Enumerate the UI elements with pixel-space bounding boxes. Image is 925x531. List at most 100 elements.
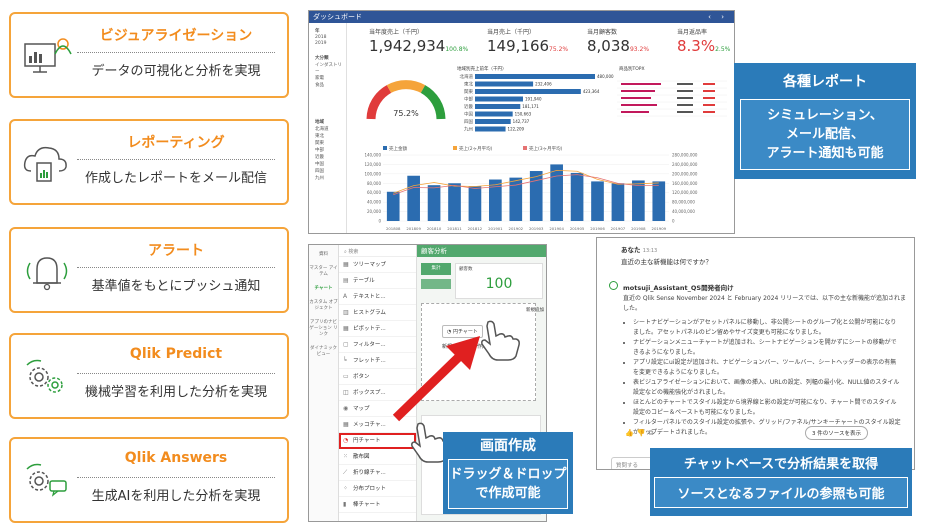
- chart-item[interactable]: ⟋ 折り線チャ...: [339, 465, 416, 481]
- chart-type-icon: ▦: [343, 261, 349, 268]
- filter-item[interactable]: 2019: [309, 40, 346, 46]
- chart-item[interactable]: ⁙ 散布図: [339, 449, 416, 465]
- y-right-tick-label: 280,000,000: [672, 153, 698, 158]
- summary-tile-2[interactable]: [421, 279, 451, 289]
- x-tick-label: 201808: [386, 226, 401, 231]
- chart-item-label: テーブル: [353, 278, 375, 284]
- chart-type-icon: ◉: [343, 405, 349, 412]
- feature-card-qlik-predict: Qlik Predict 機械学習を利用した分析を実現: [9, 333, 289, 419]
- list-item: アプリ設定にui設定が追加され、ナビゲーションバー、ツールバー、シートヘッダーの…: [633, 358, 901, 377]
- callout-line: シミュレーション、: [767, 108, 883, 123]
- dashboard-title: ダッシュボード: [313, 13, 362, 21]
- chart-type-icon: ▤: [343, 277, 349, 284]
- region-data-label: 122,209: [508, 127, 525, 132]
- region-bar[interactable]: [475, 96, 523, 102]
- feature-title: ビジュアライゼーション: [99, 28, 253, 44]
- feature-title: アラート: [148, 243, 204, 259]
- feature-title: レポーティング: [127, 135, 225, 151]
- filter-item[interactable]: 近畿: [309, 153, 346, 160]
- dashboard-icon: [24, 38, 72, 73]
- region-bar[interactable]: [475, 89, 581, 94]
- kpi-return-rate: 当月返品率 8.3%2.5%: [677, 27, 730, 55]
- sales-bar[interactable]: [427, 185, 441, 221]
- region-bar[interactable]: [475, 111, 513, 117]
- feedback-icons[interactable]: 👍👎⧉: [625, 429, 656, 438]
- y-tick-label: 140,000: [364, 153, 381, 158]
- list-item: 表ビジュアライゼーションにおいて、画像の挿入、URLの設定、列幅の最小化、NUL…: [633, 378, 901, 397]
- filter-item[interactable]: 家電: [309, 74, 346, 81]
- region-bar[interactable]: [475, 104, 521, 109]
- sales-bar[interactable]: [468, 186, 482, 221]
- sales-bar[interactable]: [632, 180, 645, 221]
- region-bar[interactable]: [475, 81, 534, 87]
- sales-bar[interactable]: [591, 181, 604, 221]
- region-data-label: 480,000: [597, 74, 614, 79]
- filter-item[interactable]: インダストリー: [309, 61, 346, 74]
- sales-bar[interactable]: [570, 172, 584, 221]
- gear-chat-icon: [26, 463, 67, 497]
- sales-bar[interactable]: [448, 183, 461, 221]
- summary-tile[interactable]: 集計: [421, 263, 451, 275]
- callout-title: 画面作成: [443, 432, 573, 459]
- chart-item[interactable]: ▤ テーブル: [339, 273, 416, 289]
- rail-item[interactable]: ダイナミック ビュー: [309, 345, 338, 357]
- sales-bar[interactable]: [489, 179, 502, 221]
- list-item: シートナビゲーションがアセットパネルに移動し、非公開シートのグループ化と公開が可…: [633, 318, 901, 337]
- rail-item[interactable]: マスター アイテム: [309, 265, 338, 277]
- filter-item[interactable]: 中部: [309, 146, 346, 153]
- filter-item[interactable]: 関東: [309, 139, 346, 146]
- feature-card-visualization: ビジュアライゼーション データの可視化と分析を実現: [9, 12, 289, 98]
- filter-item[interactable]: 東北: [309, 132, 346, 139]
- chart-item-pie-selected[interactable]: ◔ 円チャート: [339, 433, 416, 449]
- region-bar[interactable]: [475, 74, 595, 79]
- callout-chat: チャットベースで分析結果を取得 ソースとなるファイルの参照も可能: [650, 448, 912, 516]
- filter-item[interactable]: 北海道: [309, 125, 346, 132]
- region-bar[interactable]: [475, 119, 511, 124]
- sales-bar[interactable]: [652, 181, 666, 221]
- kpi-tile-title: 顧客数: [459, 267, 473, 272]
- chart-item[interactable]: ▦ ツリーマップ: [339, 257, 416, 273]
- rail-item-charts[interactable]: チャート: [309, 285, 338, 291]
- chart-item[interactable]: ▥ ヒストグラム: [339, 305, 416, 321]
- rail-item[interactable]: カスタム オブジェクト: [309, 299, 338, 311]
- rail-item[interactable]: 資料: [309, 251, 338, 257]
- filter-item[interactable]: 九州: [309, 174, 346, 181]
- region-bar[interactable]: [475, 126, 506, 132]
- kpi-tile[interactable]: 顧客数 100: [455, 263, 543, 299]
- chart-item[interactable]: A テキストと...: [339, 289, 416, 305]
- callout-line: メール配信、: [785, 127, 864, 142]
- feature-description: 機械学習を利用した分析を実現: [84, 385, 267, 400]
- x-tick-label: 201909: [652, 226, 667, 231]
- feature-description: 作成したレポートをメール配信: [84, 171, 267, 186]
- sales-bar[interactable]: [550, 164, 563, 221]
- filter-item[interactable]: 中国: [309, 160, 346, 167]
- list-item: ほとんどのチャートでスタイル設定から境界線と影の設定が可能になり、チャート間での…: [633, 398, 901, 417]
- chart-type-icon: ⁘: [343, 485, 349, 492]
- chart-item[interactable]: ⁘ 分布プロット: [339, 481, 416, 497]
- x-tick-label: 201901: [488, 226, 503, 231]
- region-data-label: 181,171: [522, 104, 539, 109]
- kpi-value: 149,166: [487, 37, 550, 55]
- sales-bar[interactable]: [529, 171, 543, 221]
- sales-bar[interactable]: [407, 175, 420, 221]
- chart-type-icon: ▭: [343, 373, 349, 380]
- sales-bar[interactable]: [386, 191, 400, 221]
- callout-screen-creation: 画面作成 ドラッグ＆ドロップ で作成可能: [443, 432, 573, 514]
- feature-description: データの可視化と分析を実現: [91, 64, 261, 79]
- filter-item[interactable]: 四国: [309, 167, 346, 174]
- sheet-nav-arrows[interactable]: ‹ ›: [708, 11, 728, 23]
- assistant-intro: 直近の Qlik Sense November 2024 と February …: [623, 295, 906, 312]
- chart-item[interactable]: ▮ 棒チャート: [339, 497, 416, 513]
- feature-description: 生成AIを利用した分析を実現: [91, 489, 261, 504]
- callout-line: で作成可能: [475, 486, 541, 501]
- chart-type-icon: ▮: [343, 501, 347, 508]
- filter-item[interactable]: 食品: [309, 81, 346, 88]
- x-tick-label: 201904: [549, 226, 564, 231]
- chart-item-label: テキストと...: [353, 294, 386, 300]
- filter-head-industry: 大分類: [315, 55, 329, 61]
- show-sources-button[interactable]: 3 件のソースを表示: [805, 426, 868, 440]
- rail-item[interactable]: アプリのナビゲーション リンク: [309, 319, 338, 337]
- chart-search-input[interactable]: ⌕ 検索: [339, 245, 416, 257]
- asset-rail: 資料 マスター アイテム チャート カスタム オブジェクト アプリのナビゲーショ…: [309, 245, 339, 521]
- sales-bar[interactable]: [611, 183, 625, 221]
